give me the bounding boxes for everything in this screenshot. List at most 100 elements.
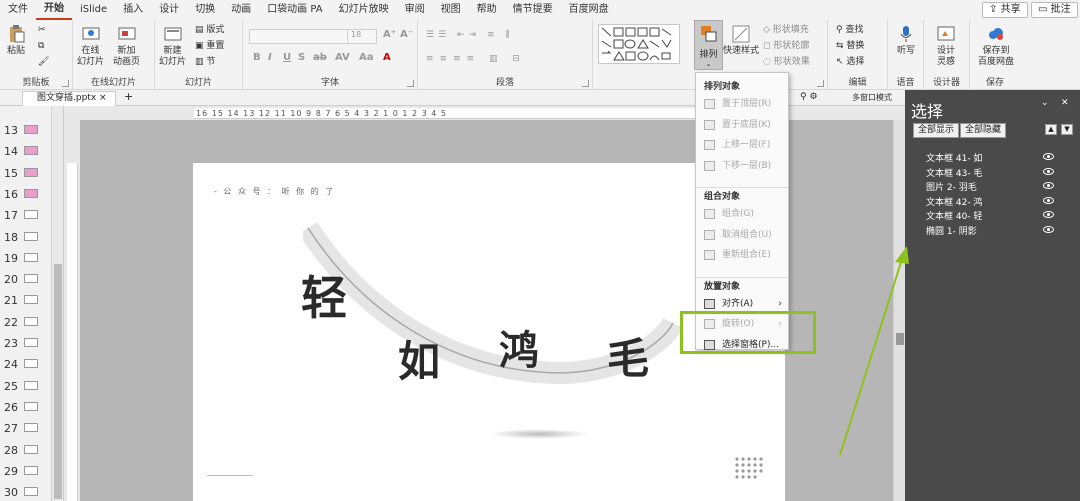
tab-5[interactable]: 切换 <box>187 0 223 20</box>
character-qing[interactable]: 轻 <box>301 262 347 328</box>
reset-button[interactable]: ▣ 重置 <box>195 40 224 52</box>
menu-item[interactable]: 置于底层(K) <box>696 116 788 134</box>
slide-thumbnail[interactable]: 23 <box>0 333 51 354</box>
design-ideas-button[interactable]: 设计 灵感 <box>936 24 956 68</box>
share-button[interactable]: ⇪ 共享 <box>982 2 1028 18</box>
menu-item[interactable]: 置于顶层(R) <box>696 95 788 113</box>
clipboard-launcher-icon[interactable] <box>62 80 69 87</box>
replace-button[interactable]: ⇆ 替换 <box>836 40 864 52</box>
font-size-dropdown[interactable]: 18 <box>347 29 377 44</box>
align-buttons-icon[interactable]: ≡≡≡≡ ▥ ⊟ <box>426 53 526 65</box>
tab-9[interactable]: 审阅 <box>397 0 433 20</box>
menu-item[interactable]: 对齐(A) › <box>696 295 788 313</box>
tab-0[interactable]: 文件 <box>0 0 36 20</box>
eye-icon[interactable] <box>1043 196 1054 204</box>
slide-thumbnail[interactable]: 14 <box>0 141 51 162</box>
tab-2[interactable]: iSlide <box>72 0 115 20</box>
eye-icon[interactable] <box>1043 211 1054 219</box>
quick-styles-button[interactable]: 快速样式 <box>723 24 759 57</box>
tab-10[interactable]: 视图 <box>433 0 469 20</box>
eye-icon[interactable] <box>1043 226 1054 233</box>
arrange-button[interactable]: 排列 ⌄ <box>694 20 723 70</box>
slide-thumbnail[interactable]: 21 <box>0 290 51 311</box>
slide-thumbnail[interactable]: 22 <box>0 312 51 333</box>
menu-item[interactable]: 组合(G) <box>696 205 788 223</box>
slide-thumbnail[interactable]: 19 <box>0 248 51 269</box>
tab-8[interactable]: 幻灯片放映 <box>331 0 397 20</box>
tab-6[interactable]: 动画 <box>223 0 259 20</box>
thumbnail-scroll-thumb[interactable] <box>54 264 62 499</box>
section-button[interactable]: ▥ 节 <box>195 56 215 68</box>
char-spacing-button[interactable]: AV <box>335 52 350 63</box>
character-mao[interactable]: 毛 <box>607 325 649 386</box>
slide-thumbnail[interactable]: 27 <box>0 418 51 439</box>
paragraph-launcher-icon[interactable] <box>582 80 589 87</box>
menu-item[interactable]: 上移一层(F) <box>696 136 788 154</box>
slide-thumbnail[interactable]: 24 <box>0 354 51 375</box>
bold-button[interactable]: B <box>253 52 261 63</box>
shadow-button[interactable]: S <box>298 52 305 63</box>
online-slides-button[interactable]: 在线 幻灯片 <box>77 24 104 68</box>
selection-item[interactable]: 椭圆 1- 阴影 <box>926 224 977 237</box>
pane-options-icon[interactable]: ⌄ <box>1041 98 1049 108</box>
find-button[interactable]: ⚲ 查找 <box>836 24 863 36</box>
slide-thumbnail[interactable]: 30 <box>0 482 51 501</box>
pane-close-icon[interactable]: ✕ <box>1061 98 1069 108</box>
new-slide-button[interactable]: 新建 幻灯片 <box>159 24 186 68</box>
move-up-icon[interactable]: ▲ <box>1045 124 1057 135</box>
new-animation-page-button[interactable]: 新加 动画页 <box>113 24 140 68</box>
shape-fill-button[interactable]: ◇ 形状填充 <box>763 24 809 36</box>
slide-thumbnail[interactable]: 29 <box>0 461 51 482</box>
tab-4[interactable]: 设计 <box>151 0 187 20</box>
character-hong[interactable]: 鸿 <box>499 318 539 376</box>
slide-thumbnail[interactable]: 17 <box>0 205 51 226</box>
selection-item[interactable]: 文本框 41- 如 <box>926 151 982 164</box>
tab-1[interactable]: 开始 <box>36 0 72 20</box>
add-tab-icon[interactable]: + <box>124 90 133 103</box>
layout-button[interactable]: ▤ 版式 <box>195 24 224 36</box>
document-tab[interactable]: 图文穿插.pptx × <box>22 91 116 106</box>
hide-all-button[interactable]: 全部隐藏 <box>960 123 1007 138</box>
paste-button[interactable]: 粘贴 <box>6 24 26 57</box>
character-ru[interactable]: 如 <box>398 328 440 389</box>
tab-12[interactable]: 情节提要 <box>505 0 561 20</box>
show-all-button[interactable]: 全部显示 <box>913 123 960 138</box>
shapes-gallery[interactable] <box>598 24 680 64</box>
slide-thumbnail[interactable]: 15 <box>0 163 51 184</box>
close-icon[interactable]: × <box>99 93 107 103</box>
copy-icon[interactable]: ⧉ <box>38 40 44 52</box>
decrease-font-icon[interactable]: A⁻ <box>400 29 413 40</box>
tab-11[interactable]: 帮助 <box>469 0 505 20</box>
font-launcher-icon[interactable] <box>407 80 414 87</box>
tab-13[interactable]: 百度网盘 <box>561 0 617 20</box>
slide-thumbnail[interactable]: 25 <box>0 376 51 397</box>
selection-item[interactable]: 文本框 43- 毛 <box>926 166 982 179</box>
increase-font-icon[interactable]: A⁺ <box>383 29 396 40</box>
menu-item[interactable]: 取消组合(U) <box>696 226 788 244</box>
thumbnail-scrollbar[interactable] <box>52 106 64 501</box>
slide-thumbnail[interactable]: 28 <box>0 440 51 461</box>
eye-icon[interactable] <box>1043 153 1054 160</box>
slide-thumbnail[interactable]: 13 <box>0 120 51 141</box>
menu-item[interactable]: 下移一层(B) <box>696 157 788 175</box>
move-down-icon[interactable]: ▼ <box>1061 124 1073 135</box>
slide-thumbnail[interactable]: 20 <box>0 269 51 290</box>
dictate-button[interactable]: 听写 <box>896 24 916 57</box>
zoom-icon[interactable]: ⚲ ⚙ <box>800 92 818 102</box>
eye-icon[interactable] <box>1043 167 1054 175</box>
save-to-baidu-button[interactable]: 保存到 百度网盘 <box>978 24 1014 68</box>
select-button[interactable]: ↖ 选择 <box>836 56 864 68</box>
change-case-button[interactable]: Aa <box>359 52 374 63</box>
tab-3[interactable]: 插入 <box>115 0 151 20</box>
font-color-button[interactable]: A <box>383 52 391 63</box>
italic-button[interactable]: I <box>268 52 272 63</box>
slide-thumbnail[interactable]: 26 <box>0 397 51 418</box>
shape-outline-button[interactable]: ◻ 形状轮廓 <box>763 40 809 52</box>
comment-button[interactable]: ▭ 批注 <box>1031 2 1078 18</box>
shape-effects-button[interactable]: ◌ 形状效果 <box>763 56 810 68</box>
drawing-launcher-icon[interactable] <box>817 80 824 87</box>
selection-item[interactable]: 文本框 40- 轻 <box>926 209 982 222</box>
menu-item[interactable]: 重新组合(E) <box>696 246 788 264</box>
selection-item[interactable]: 文本框 42- 鸿 <box>926 195 982 208</box>
cut-icon[interactable]: ✂ <box>38 24 46 36</box>
